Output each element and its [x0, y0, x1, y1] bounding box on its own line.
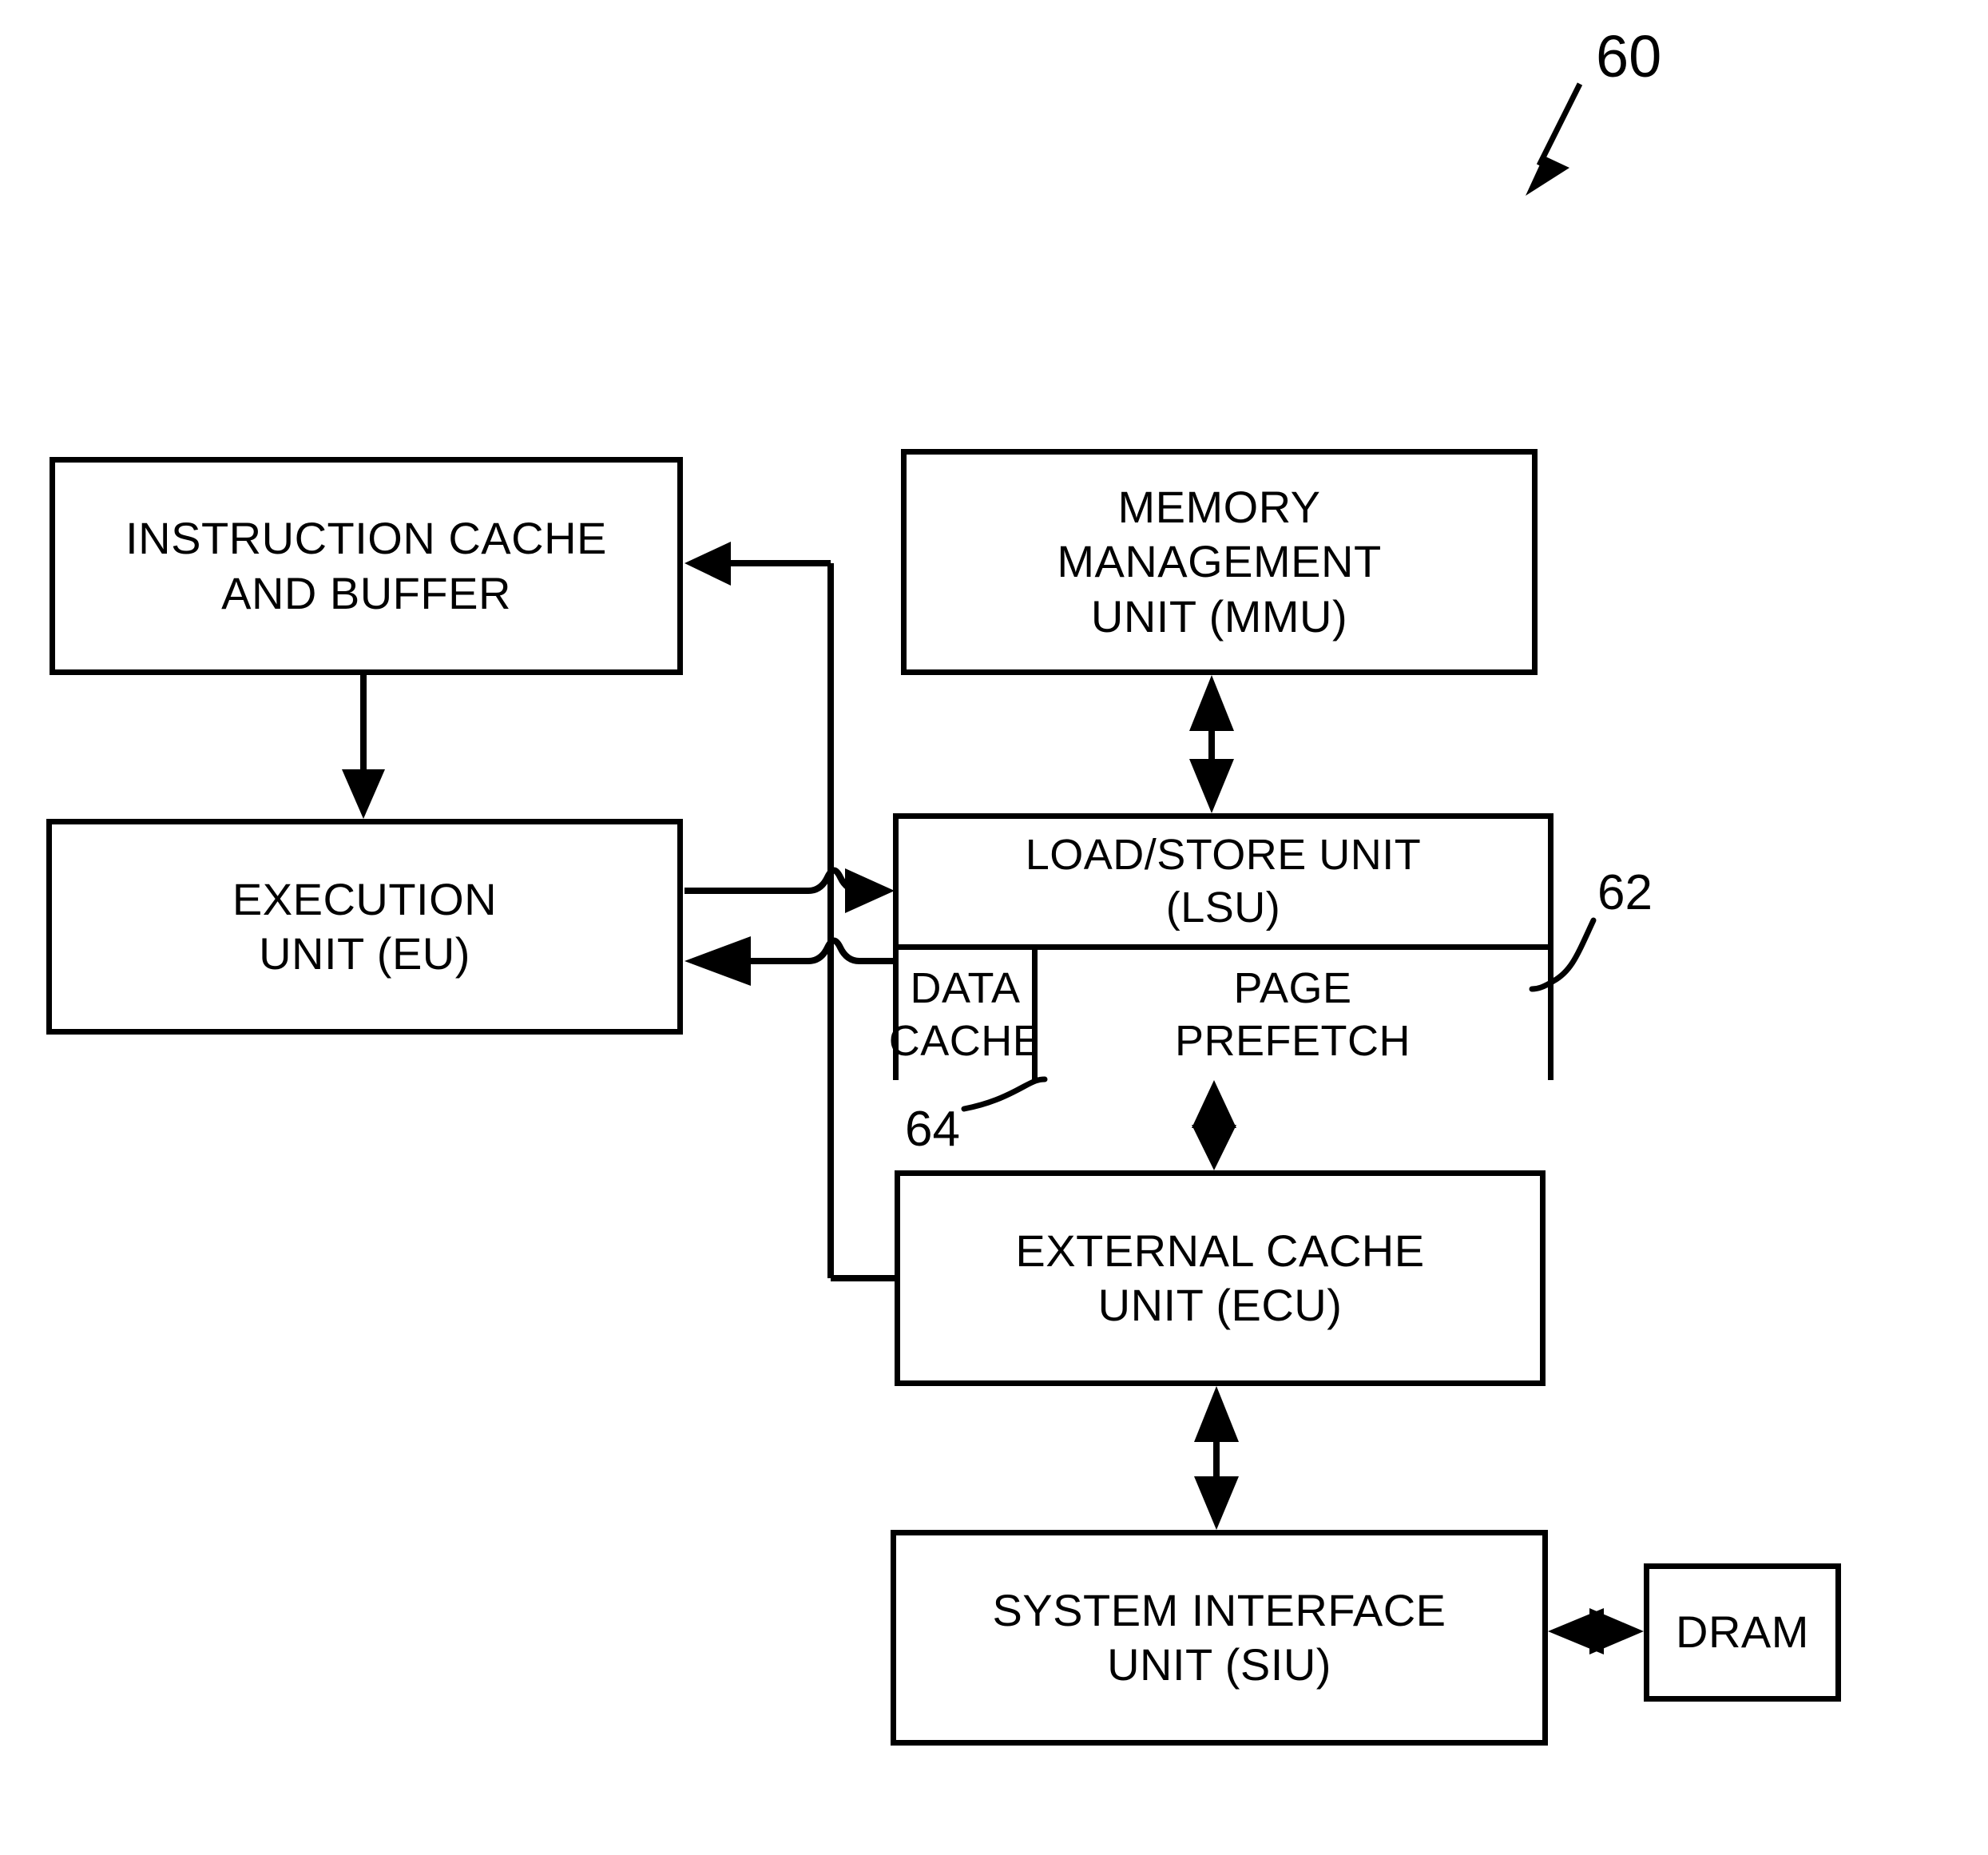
block-dram: DRAM: [1644, 1563, 1841, 1702]
block-external-cache-unit: EXTERNAL CACHE UNIT (ECU): [895, 1170, 1546, 1386]
block-execution-unit: EXECUTION UNIT (EU): [46, 819, 683, 1035]
callout-64-leader: [961, 1076, 1048, 1112]
block-data-cache: DATA CACHE: [889, 944, 1042, 1080]
block-external-cache-unit-label: EXTERNAL CACHE UNIT (ECU): [1015, 1225, 1425, 1330]
block-execution-unit-label: EXECUTION UNIT (EU): [232, 873, 498, 979]
arrow-system-interface-unit-to-dram: [1548, 1608, 1644, 1654]
block-dram-label: DRAM: [1676, 1607, 1809, 1658]
reference-numeral-60: 60: [1596, 23, 1662, 89]
block-system-interface-unit-label: SYSTEM INTERFACE UNIT (SIU): [992, 1584, 1446, 1690]
block-page-prefetch-label: PAGE PREFETCH: [1174, 963, 1411, 1065]
reference-60-leader-arrow: [1526, 82, 1583, 196]
block-load-store-unit-label: LOAD/STORE UNIT (LSU): [1025, 830, 1422, 931]
bus-ecu-to-instruction-cache: [684, 542, 896, 1281]
block-instruction-cache-and-buffer-label: INSTRUCTION CACHE AND BUFFER: [125, 513, 607, 618]
arrow-execution-unit-to-load-store-unit: [684, 867, 895, 913]
block-memory-management-unit-label: MEMORY MANAGEMENT UNIT (MMU): [1057, 482, 1382, 642]
arrow-load-store-unit-to-execution-unit: [684, 936, 893, 986]
block-load-store-unit: LOAD/STORE UNIT (LSU) DATA CACHE PAGE PR…: [889, 813, 1553, 1080]
block-load-store-unit-title-cell: LOAD/STORE UNIT (LSU): [899, 819, 1548, 944]
arrow-instruction-cache-to-execution-unit: [342, 675, 385, 819]
block-page-prefetch: PAGE PREFETCH: [1032, 944, 1548, 1080]
figure-canvas: 60 INSTRUCTION CACHE AND BUFFER MEMORY M…: [0, 0, 1988, 1855]
arrow-load-store-unit-to-external-cache-unit: [1192, 1080, 1236, 1170]
block-memory-management-unit: MEMORY MANAGEMENT UNIT (MMU): [901, 449, 1538, 675]
arrow-external-cache-unit-to-system-interface-unit: [1194, 1386, 1239, 1530]
block-system-interface-unit: SYSTEM INTERFACE UNIT (SIU): [891, 1530, 1548, 1746]
callout-64-label: 64: [905, 1102, 960, 1157]
block-instruction-cache-and-buffer: INSTRUCTION CACHE AND BUFFER: [50, 457, 683, 675]
callout-62-label: 62: [1597, 865, 1653, 920]
arrow-mmu-to-load-store-unit: [1189, 675, 1234, 813]
block-data-cache-label: DATA CACHE: [888, 963, 1042, 1065]
